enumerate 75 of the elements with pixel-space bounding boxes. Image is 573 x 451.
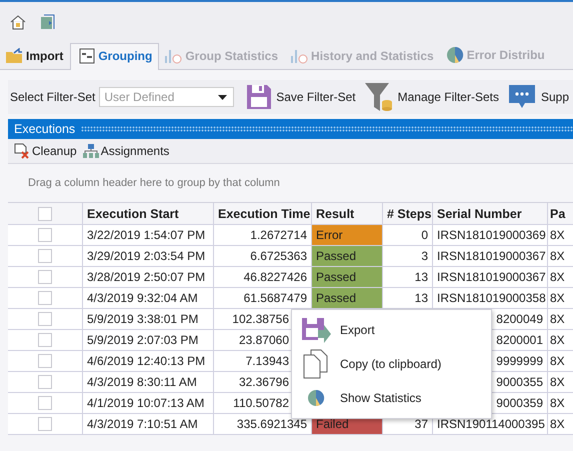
table-cell: IRSN181019000367	[433, 267, 548, 287]
table-cell: IRSN181019000369	[433, 225, 548, 245]
column-header[interactable]: Serial Number	[433, 203, 548, 224]
column-header[interactable]: Execution Start	[83, 203, 214, 224]
tab[interactable]: Grouping	[70, 43, 160, 70]
table-cell: 13	[383, 288, 433, 308]
table-cell: 4/3/2019 8:30:11 AM	[83, 372, 214, 392]
pie-chart-icon	[446, 46, 464, 64]
table-cell: 5/9/2019 2:07:03 PM	[83, 330, 214, 350]
table-cell-text: 8X	[549, 311, 566, 328]
row-checkbox[interactable]	[38, 312, 52, 326]
table-cell: 4/6/2019 12:40:13 PM	[83, 351, 214, 371]
row-checkbox[interactable]	[38, 333, 52, 347]
column-header[interactable]: # Steps	[383, 203, 433, 224]
toolbar-button[interactable]: Cleanup	[14, 143, 77, 159]
toolbar-button[interactable]: Supp	[506, 84, 573, 110]
table-cell: 4/1/2019 10:07:13 AM	[83, 393, 214, 413]
table-cell: 4/3/2019 9:32:04 AM	[83, 288, 214, 308]
document-delete-icon	[14, 143, 30, 159]
table-cell: 3/22/2019 1:54:07 PM	[83, 225, 214, 245]
table-cell: IRSN181019000358	[433, 288, 548, 308]
column-header[interactable]: Result	[312, 203, 383, 224]
row-checkbox[interactable]	[38, 228, 52, 242]
row-checkbox[interactable]	[38, 417, 52, 431]
table-cell: IRSN181019000367	[433, 246, 548, 266]
pie-chart-icon	[307, 389, 325, 407]
table-cell-text: 8X	[549, 353, 566, 370]
grid-icon	[79, 48, 96, 64]
export-icon	[301, 317, 331, 343]
table-cell-text: 8X	[549, 416, 566, 433]
column-header[interactable]: Execution Time	[214, 203, 312, 224]
result-cell: Passed	[312, 267, 383, 287]
table-cell: 4/3/2019 7:10:51 AM	[83, 414, 214, 434]
result-cell: Error	[312, 225, 383, 245]
toolbar-button[interactable]: Save Filter-Set	[246, 84, 360, 110]
row-checkbox[interactable]	[38, 270, 52, 284]
result-cell: Passed	[312, 246, 383, 266]
chart-icon	[290, 48, 308, 64]
filter-set-label: Select Filter-Set	[10, 90, 96, 104]
chart-icon	[164, 48, 182, 64]
table-cell: 0	[383, 225, 433, 245]
row-checkbox[interactable]	[38, 354, 52, 368]
hierarchy-icon	[82, 144, 99, 158]
save-icon	[246, 84, 272, 110]
row-checkbox[interactable]	[38, 375, 52, 389]
result-cell: Passed	[312, 288, 383, 308]
table-cell-text: 8X	[549, 374, 566, 391]
table-cell-text: 8X	[549, 395, 566, 412]
toolbar-button[interactable]: Manage Filter-Sets	[364, 82, 503, 112]
row-checkbox[interactable]	[38, 291, 52, 305]
tab[interactable]: Import	[0, 43, 70, 70]
table-cell: 3/29/2019 2:03:54 PM	[83, 246, 214, 266]
column-header[interactable]: Pa	[548, 203, 573, 224]
table-cell-text: 8X	[549, 290, 566, 307]
window-arrow-icon[interactable]	[40, 14, 56, 30]
row-checkbox[interactable]	[38, 396, 52, 410]
table-cell: 5/9/2019 3:38:01 PM	[83, 309, 214, 329]
funnel-icon	[364, 82, 394, 112]
group-hint: Drag a column header here to group by that column	[28, 177, 280, 189]
table-cell: 3/28/2019 2:50:07 PM	[83, 267, 214, 287]
folder-icon	[5, 48, 23, 64]
copy-icon	[303, 349, 329, 379]
home-icon[interactable]	[10, 14, 26, 30]
table-cell: 13	[383, 267, 433, 287]
table-cell: 3	[383, 246, 433, 266]
chat-icon	[506, 84, 537, 110]
table-cell-text: 8X	[549, 332, 566, 349]
row-checkbox[interactable]	[38, 249, 52, 263]
select-all-checkbox[interactable]	[38, 206, 52, 220]
table-cell-text: 8X	[549, 227, 566, 244]
table-cell-text: 8X	[549, 248, 566, 265]
panel-title: Executions	[14, 122, 76, 136]
dropdown-caret-icon	[218, 94, 228, 100]
table-cell-text: 8X	[549, 269, 566, 286]
toolbar-button[interactable]: Assignments	[82, 144, 170, 158]
